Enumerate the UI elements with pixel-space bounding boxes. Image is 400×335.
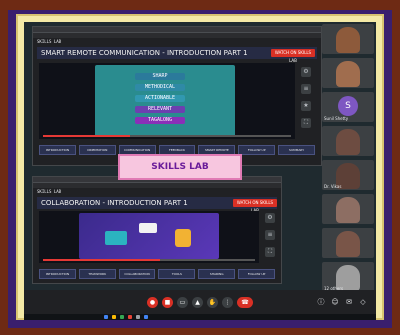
shared-window-top: SKILLS LAB SMART REMOTE COMMUNICATION - … (32, 26, 322, 166)
taskbar-app-icon[interactable] (128, 315, 132, 319)
shared-window-bottom: SKILLS LAB COLLABORATION - INTRODUCTION … (32, 176, 282, 284)
participant-name: Dr. Vikas (324, 184, 342, 189)
side-controls: ⚙ ≡ ★ ⛶ (301, 67, 315, 128)
bookmark-icon[interactable]: ★ (301, 101, 311, 111)
taskbar-app-icon[interactable] (120, 315, 124, 319)
lesson-tab[interactable]: SUMMARY (278, 145, 316, 155)
right-controls: ⓘ ☺ ✉ ◇ (316, 297, 368, 307)
smart-word: TAGALONG (135, 117, 185, 124)
settings-icon[interactable]: ⚙ (265, 213, 275, 223)
participant-tile[interactable]: 12 others (322, 262, 374, 292)
smart-word: RELEVANT (135, 106, 185, 113)
participant-tile[interactable]: S Sunil Shetty (322, 92, 374, 122)
video-progress[interactable] (43, 135, 291, 137)
meet-toolbar: ● ■ ▭ ▲ ✋ ⋮ ☎ ⓘ ☺ ✉ ◇ (24, 290, 376, 314)
slide-visual: SHARP METHODICAL ACTIONABLE RELEVANT TAGALON… (95, 65, 235, 137)
lesson-tab[interactable]: TOOLS (158, 269, 196, 279)
lesson-tab[interactable]: TEAMWORK (78, 269, 116, 279)
more-icon[interactable]: ⋮ (222, 296, 233, 308)
collab-illustration (79, 213, 219, 259)
video-progress[interactable] (43, 259, 255, 261)
participant-tile[interactable]: Dr. Vikas (322, 160, 374, 190)
watch-button[interactable]: WATCH ON SKILLS LAB (233, 199, 277, 213)
activities-icon[interactable]: ◇ (358, 297, 368, 307)
laptop-illustration (105, 231, 127, 245)
hand-icon[interactable]: ✋ (207, 296, 218, 308)
participant-video (336, 27, 360, 53)
fullscreen-icon[interactable]: ⛶ (301, 118, 311, 128)
end-call-icon[interactable]: ☎ (237, 296, 253, 308)
participant-video (336, 129, 360, 155)
app-title: SKILLS LAB (37, 189, 62, 194)
smart-word: SHARP (135, 73, 185, 80)
lesson-tab[interactable]: FOLLOW UP (238, 145, 276, 155)
captions-icon[interactable]: ▭ (177, 296, 188, 308)
settings-icon[interactable]: ⚙ (301, 67, 311, 77)
watch-button[interactable]: WATCH ON SKILLS LAB (271, 49, 315, 63)
notes-icon[interactable]: ≡ (265, 230, 275, 240)
participant-video (336, 61, 360, 87)
person-illustration (175, 229, 191, 247)
participant-tile[interactable] (322, 228, 374, 258)
skills-lab-banner: SKILLS LAB (118, 154, 242, 180)
chat-icon[interactable]: ✉ (344, 297, 354, 307)
taskbar-app-icon[interactable] (144, 315, 148, 319)
notes-icon[interactable]: ≡ (301, 84, 311, 94)
browser-address-bar[interactable] (33, 33, 321, 38)
participant-video (336, 197, 360, 223)
participant-strip: S Sunil Shetty Dr. Vikas 12 others (322, 24, 374, 298)
participant-tile[interactable] (322, 58, 374, 88)
participant-name: Sunil Shetty (324, 116, 349, 121)
smart-word: METHODICAL (135, 84, 185, 91)
os-taskbar (24, 314, 376, 320)
fullscreen-icon[interactable]: ⛶ (265, 247, 275, 257)
taskbar-app-icon[interactable] (104, 315, 108, 319)
info-icon[interactable]: ⓘ (316, 297, 326, 307)
video-player[interactable] (39, 211, 259, 263)
taskbar-app-icon[interactable] (112, 315, 116, 319)
lesson-tab[interactable]: FOLLOW UP (238, 269, 275, 279)
lesson-tab[interactable]: INTRODUCTION (39, 269, 76, 279)
app-title: SKILLS LAB (37, 39, 62, 44)
participant-tile[interactable] (322, 126, 374, 156)
smart-word: ACTIONABLE (135, 95, 185, 102)
lesson-tab[interactable]: SHARING (198, 269, 236, 279)
participant-video (336, 231, 360, 257)
camera-icon[interactable]: ■ (162, 296, 173, 308)
browser-address-bar[interactable] (33, 183, 281, 188)
lesson-tabs: INTRODUCTION TEAMWORK COLLABORATION TOOLS SH… (39, 269, 275, 279)
avatar: S (338, 96, 358, 116)
mic-icon[interactable]: ● (147, 296, 158, 308)
lesson-tab[interactable]: COLLABORATION (118, 269, 156, 279)
people-icon[interactable]: ☺ (330, 297, 340, 307)
participant-tile[interactable] (322, 194, 374, 224)
participant-tile[interactable] (322, 24, 374, 54)
present-icon[interactable]: ▲ (192, 296, 203, 308)
side-controls: ⚙ ≡ ⛶ (265, 213, 279, 257)
taskbar-app-icon[interactable] (136, 315, 140, 319)
lesson-tab[interactable]: ORIENTATION (78, 145, 116, 155)
lesson-tab[interactable]: INTRODUCTION (39, 145, 76, 155)
video-player[interactable]: SHARP METHODICAL ACTIONABLE RELEVANT TAGALON… (39, 63, 295, 139)
chat-bubble-icon (139, 223, 157, 233)
